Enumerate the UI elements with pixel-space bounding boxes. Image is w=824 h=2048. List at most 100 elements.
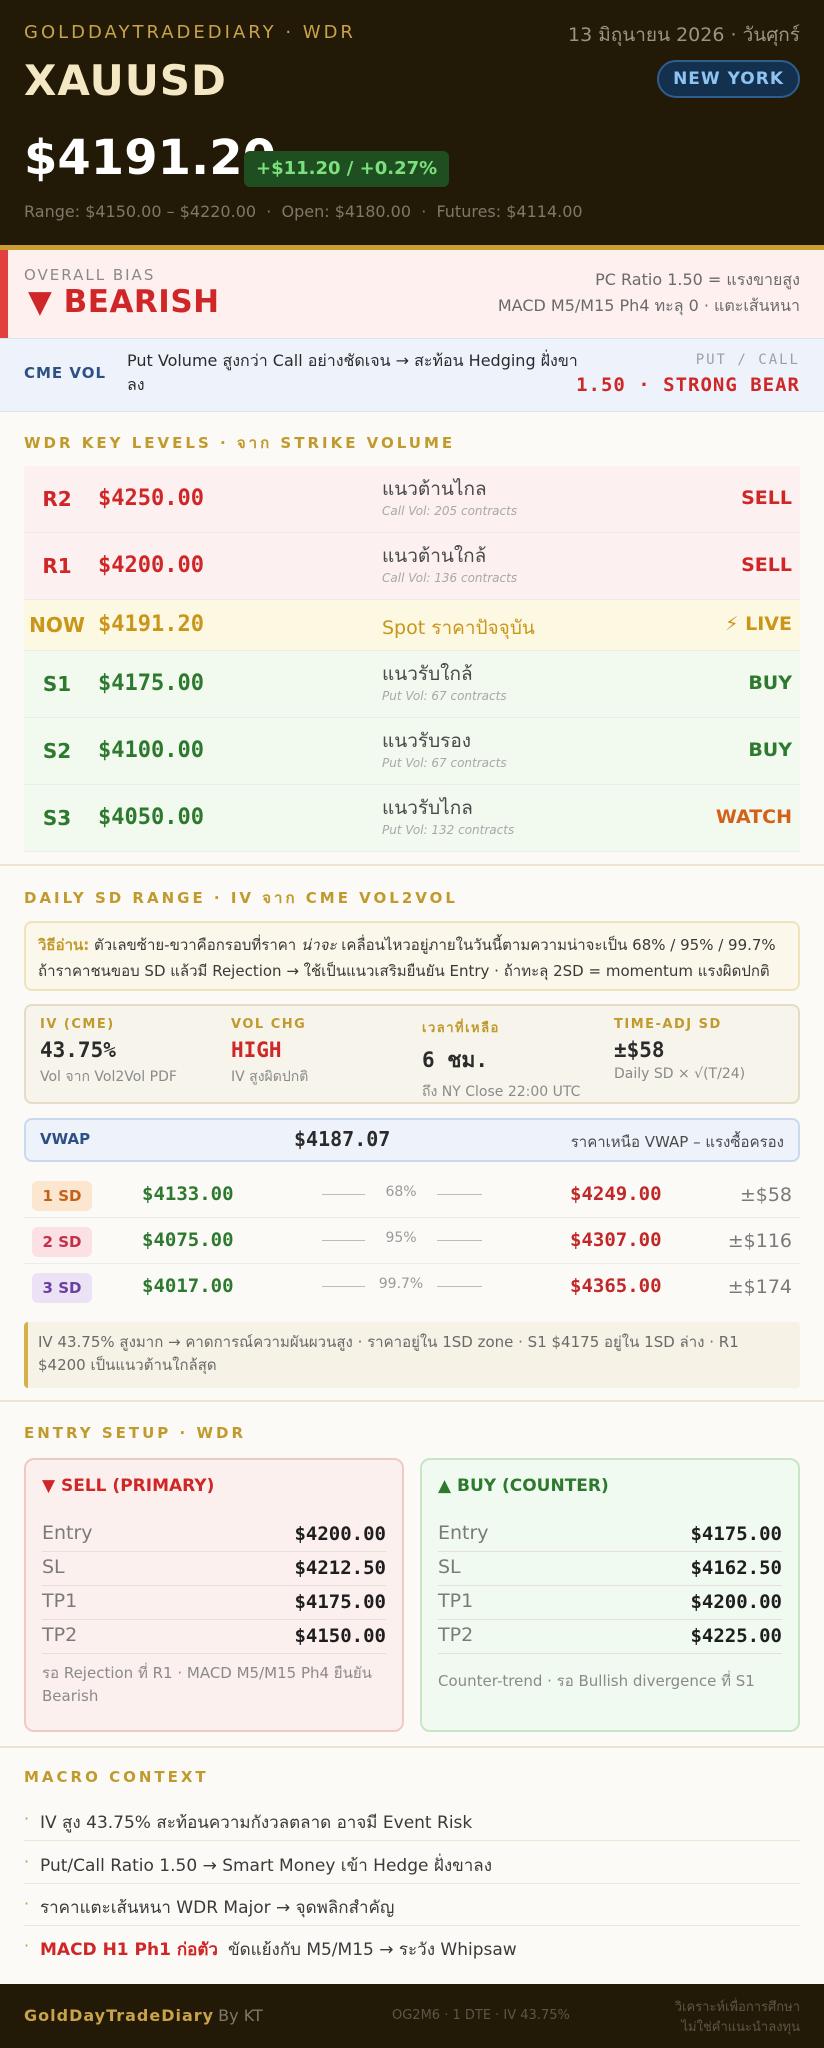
level-action: BUY xyxy=(748,738,792,761)
vwap-note: ราคาเหนือ VWAP – แรงซื้อครอง xyxy=(570,1133,784,1151)
sell-row-value: $4150.00 xyxy=(294,1625,386,1647)
level-action: BUY xyxy=(748,671,792,694)
footer-contract-info: OG2M6 · 1 DTE · IV 43.75% xyxy=(392,2008,570,2023)
iv-stat-label: TIME-ADJ SD xyxy=(614,1017,722,1032)
how-to-read-lead: วิธีอ่าน: xyxy=(38,936,90,954)
level-tag: R2 xyxy=(42,486,72,511)
level-description: แนวต้านไกล xyxy=(382,478,487,500)
iv-stat: TIME-ADJ SD ±$58 Daily SD × √(T/24) xyxy=(614,1017,794,1082)
macro-item: · IV สูง 43.75% สะท้อนความกังวลตลาด อาจมี… xyxy=(24,1799,800,1841)
sd-band-width: ±$116 xyxy=(727,1230,792,1252)
how-to-read-text-b: เคลื่อนไหวอยู่ภายในวันนี้ตามความน่าจะเป็… xyxy=(336,936,776,954)
sell-card-title: ▼ SELL (PRIMARY) xyxy=(42,1476,215,1496)
level-price: $4250.00 xyxy=(98,485,204,511)
buy-card-note: Counter-trend · รอ Bullish divergence ที… xyxy=(438,1672,755,1690)
level-volume: Put Vol: 67 contracts xyxy=(382,756,507,770)
iv-summary-text: IV 43.75% สูงมาก → คาดการณ์ความผันผวนสูง… xyxy=(38,1333,739,1374)
level-action: SELL xyxy=(741,553,792,576)
cme-vol-text: Put Volume สูงกว่า Call อย่างชัดเจน → สะ… xyxy=(127,351,578,394)
level-description: แนวรับรอง xyxy=(382,730,472,752)
sell-row-label: SL xyxy=(42,1556,65,1578)
level-price: $4050.00 xyxy=(98,804,204,830)
level-price: $4200.00 xyxy=(98,552,204,578)
buy-card-title: ▲ BUY (COUNTER) xyxy=(438,1476,609,1496)
level-row: S2 $4100.00 แนวรับรอง Put Vol: 67 contracts… xyxy=(24,718,800,785)
level-row: S3 $4050.00 แนวรับไกล Put Vol: 132 contract… xyxy=(24,785,800,852)
key-levels-title: WDR KEY LEVELS · จาก STRIKE VOLUME xyxy=(24,434,456,452)
buy-row-value: $4162.50 xyxy=(690,1557,782,1579)
level-action: SELL xyxy=(741,486,792,509)
sd-band-probability: 68% xyxy=(365,1184,437,1200)
level-tag: R1 xyxy=(42,553,72,578)
entry-setup-title: ENTRY SETUP · WDR xyxy=(24,1424,246,1442)
section-divider xyxy=(0,1400,824,1402)
sell-setup-row: SL $4212.50 xyxy=(42,1552,386,1586)
sd-band-high: $4307.00 xyxy=(570,1229,662,1251)
session-badge: NEW YORK xyxy=(657,60,800,98)
cme-vol-label: CME VOL xyxy=(24,364,107,382)
level-row: R1 $4200.00 แนวต้านใกล้ Call Vol: 136 contr… xyxy=(24,533,800,600)
macro-body: Put/Call Ratio 1.50 → Smart Money เข้า H… xyxy=(40,1856,493,1876)
macro-highlight: MACD H1 Ph1 ก่อตัว xyxy=(40,1940,218,1960)
price-change-badge: +$11.20 / +0.27% xyxy=(244,151,450,187)
level-volume: Call Vol: 205 contracts xyxy=(382,504,518,518)
sd-band-low: $4017.00 xyxy=(142,1275,234,1297)
sell-row-label: TP1 xyxy=(42,1590,78,1612)
level-price: $4175.00 xyxy=(98,670,204,696)
level-price: $4100.00 xyxy=(98,737,204,763)
bullet-icon: · xyxy=(24,1894,30,1913)
sell-row-value: $4212.50 xyxy=(294,1557,386,1579)
sd-band-row: 3 SD $4017.00 99.7% $4365.00 ±$174 xyxy=(24,1264,800,1310)
vwap-value: $4187.07 xyxy=(294,1127,391,1151)
buy-row-label: SL xyxy=(438,1556,461,1578)
put-call-label: PUT / CALL xyxy=(695,352,800,368)
sd-band-high: $4249.00 xyxy=(570,1183,662,1205)
symbol-title: XAUUSD xyxy=(24,56,227,105)
iv-stat-sub: IV สูงผิดปกติ xyxy=(231,1069,309,1085)
bias-value: ▼ BEARISH xyxy=(28,284,220,320)
macro-item: · MACD H1 Ph1 ก่อตัว ขัดแย้งกับ M5/M15 → ร… xyxy=(24,1926,800,1968)
iv-stat: VOL CHG HIGH IV สูงผิดปกติ xyxy=(231,1017,411,1088)
vwap-label: VWAP xyxy=(40,1130,91,1148)
sd-band-low: $4075.00 xyxy=(142,1229,234,1251)
range-open-futures: Range: $4150.00 – $4220.00 · Open: $4180… xyxy=(24,202,583,221)
buy-row-label: TP1 xyxy=(438,1590,474,1612)
level-volume: Call Vol: 136 contracts xyxy=(382,571,518,585)
bullet-icon: · xyxy=(24,1936,30,1955)
sd-band-probability: 95% xyxy=(365,1230,437,1246)
iv-stat-value: ±$58 xyxy=(614,1038,665,1062)
buy-row-value: $4175.00 xyxy=(690,1523,782,1545)
level-action: ⚡ LIVE xyxy=(725,612,792,635)
sell-row-value: $4175.00 xyxy=(294,1591,386,1613)
buy-row-value: $4200.00 xyxy=(690,1591,782,1613)
level-action: WATCH xyxy=(715,805,792,828)
sd-band-high: $4365.00 xyxy=(570,1275,662,1297)
level-tag: S2 xyxy=(42,738,72,763)
iv-stat-value: 6 ชม. xyxy=(422,1048,489,1072)
footer-disclaimer-1: วิเคราะห์เพื่อการศึกษา xyxy=(674,2000,800,2015)
macro-body: ขัดแย้งกับ M5/M15 → ระวัง Whipsaw xyxy=(227,1940,517,1960)
level-description: แนวรับใกล้ xyxy=(382,663,473,685)
iv-stat-label: เวลาที่เหลือ xyxy=(422,1021,500,1036)
macro-text: MACD H1 Ph1 ก่อตัว ขัดแย้งกับ M5/M15 → ระ… xyxy=(40,1936,517,1963)
sell-setup-row: TP1 $4175.00 xyxy=(42,1586,386,1620)
sell-row-label: TP2 xyxy=(42,1624,78,1646)
iv-stat-label: VOL CHG xyxy=(231,1017,307,1032)
how-to-read-line2: ถ้าราคาชนขอบ SD แล้วมี Rejection → ใช้เป… xyxy=(38,962,770,980)
sd-band-low: $4133.00 xyxy=(142,1183,234,1205)
level-volume: Put Vol: 132 contracts xyxy=(382,823,515,837)
date-label: 13 มิถุนายน 2026 · วันศุกร์ xyxy=(568,24,800,46)
level-description: แนวต้านใกล้ xyxy=(382,545,487,567)
level-price: $4191.20 xyxy=(98,611,204,637)
section-divider xyxy=(0,864,824,866)
level-description: Spot ราคาปัจจุบัน xyxy=(382,616,535,639)
level-row: R2 $4250.00 แนวต้านไกล Call Vol: 205 contra… xyxy=(24,466,800,533)
sd-band-badge: 2 SD xyxy=(32,1227,92,1257)
iv-stat-value: 43.75% xyxy=(40,1038,116,1062)
iv-stat: เวลาที่เหลือ 6 ชม. ถึง NY Close 22:00 UTC xyxy=(422,1017,602,1103)
level-row: NOW $4191.20 Spot ราคาปัจจุบัน ⚡ LIVE xyxy=(24,600,800,651)
level-tag: S1 xyxy=(42,671,72,696)
sell-row-label: Entry xyxy=(42,1522,93,1544)
level-tag: NOW xyxy=(29,612,85,637)
footer-disclaimer-2: ไม่ใช่คำแนะนำลงทุน xyxy=(681,2020,800,2035)
